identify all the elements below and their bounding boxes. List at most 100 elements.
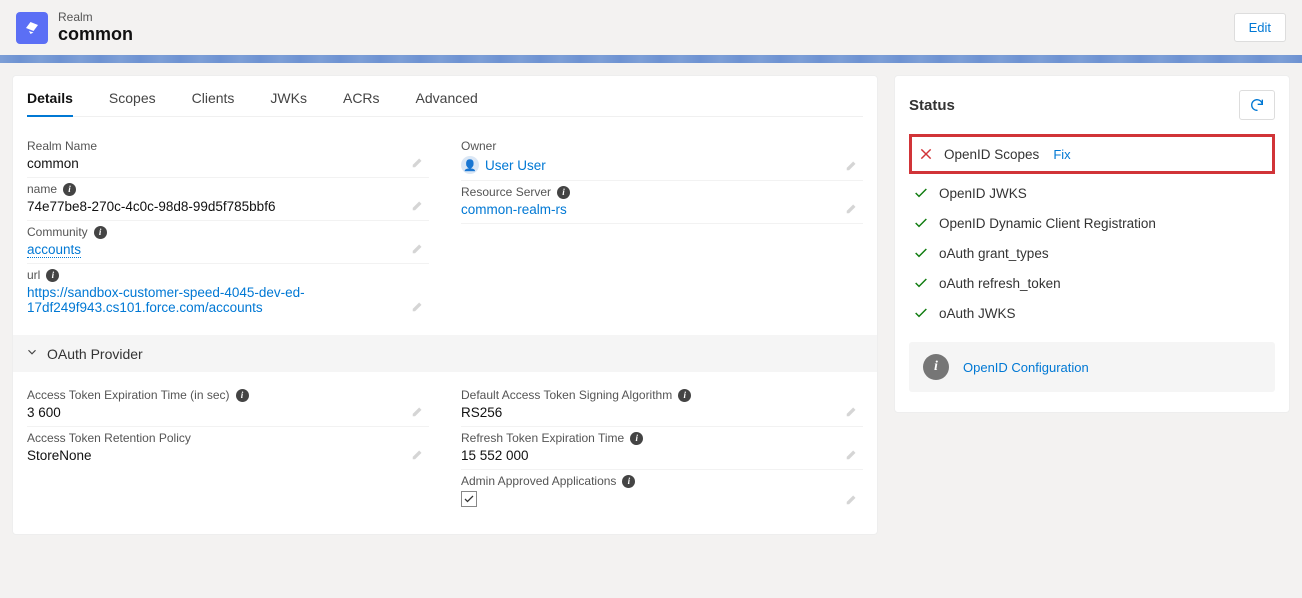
oauth-section[interactable]: OAuth Provider (13, 335, 877, 372)
openid-config-box: i OpenID Configuration (909, 342, 1275, 392)
value-resource-server[interactable]: common-realm-rs (461, 202, 567, 217)
label-community: Community i (27, 225, 429, 239)
label-realm-name: Realm Name (27, 139, 429, 153)
edit-pencil-icon[interactable] (411, 241, 425, 255)
check-icon (913, 185, 929, 201)
value-realm-name: common (27, 156, 429, 171)
value-default-alg: RS256 (461, 405, 863, 420)
label-default-alg-text: Default Access Token Signing Algorithm (461, 388, 672, 402)
label-resource-server: Resource Server i (461, 185, 863, 199)
status-label: OpenID Dynamic Client Registration (939, 216, 1156, 231)
info-icon[interactable]: i (678, 389, 691, 402)
value-owner: 👤 User User (461, 156, 863, 174)
check-icon (913, 275, 929, 291)
label-access-token-exp: Access Token Expiration Time (in sec) i (27, 388, 429, 402)
value-access-token-exp: 3 600 (27, 405, 429, 420)
status-item-openid-scopes: OpenID Scopes Fix (914, 139, 1266, 169)
field-realm-name: Realm Name common (27, 135, 429, 178)
info-icon[interactable]: i (236, 389, 249, 402)
status-item-openid-jwks: OpenID JWKS (909, 178, 1275, 208)
cross-icon (918, 146, 934, 162)
avatar-icon: 👤 (461, 156, 479, 174)
status-label: oAuth refresh_token (939, 276, 1061, 291)
owner-link[interactable]: User User (485, 158, 546, 173)
label-owner: Owner (461, 139, 863, 153)
value-url[interactable]: https://sandbox-customer-speed-4045-dev-… (27, 285, 305, 315)
edit-pencil-icon[interactable] (845, 158, 859, 172)
info-icon[interactable]: i (63, 183, 76, 196)
info-icon[interactable]: i (557, 186, 570, 199)
tab-bar: Details Scopes Clients JWKs ACRs Advance… (27, 76, 863, 117)
tab-advanced[interactable]: Advanced (416, 90, 478, 116)
page-header: Realm common Edit (0, 0, 1302, 55)
tab-details[interactable]: Details (27, 90, 73, 116)
label-admin-approved-text: Admin Approved Applications (461, 474, 616, 488)
info-icon[interactable]: i (46, 269, 59, 282)
field-name: name i 74e77be8-270c-4c0c-98d8-99d5f785b… (27, 178, 429, 221)
admin-approved-checkbox[interactable] (461, 491, 477, 507)
label-name-text: name (27, 182, 57, 196)
status-item-grant-types: oAuth grant_types (909, 238, 1275, 268)
chevron-down-icon (25, 345, 39, 362)
label-url-text: url (27, 268, 40, 282)
realm-name: common (58, 24, 1234, 45)
edit-pencil-icon[interactable] (411, 447, 425, 461)
info-circle-icon: i (923, 354, 949, 380)
details-panel: Details Scopes Clients JWKs ACRs Advance… (12, 75, 878, 535)
tab-acrs[interactable]: ACRs (343, 90, 380, 116)
tab-scopes[interactable]: Scopes (109, 90, 156, 116)
value-community[interactable]: accounts (27, 242, 81, 258)
wave-strip (0, 55, 1302, 63)
label-community-text: Community (27, 225, 88, 239)
info-icon[interactable]: i (630, 432, 643, 445)
edit-pencil-icon[interactable] (845, 492, 859, 506)
label-retention: Access Token Retention Policy (27, 431, 429, 445)
realm-label: Realm (58, 10, 1234, 24)
tab-jwks[interactable]: JWKs (270, 90, 307, 116)
status-label: oAuth JWKS (939, 306, 1016, 321)
status-item-refresh-token: oAuth refresh_token (909, 268, 1275, 298)
label-access-token-exp-text: Access Token Expiration Time (in sec) (27, 388, 230, 402)
field-access-token-exp: Access Token Expiration Time (in sec) i … (27, 384, 429, 427)
status-item-oauth-jwks: oAuth JWKS (909, 298, 1275, 328)
info-icon[interactable]: i (622, 475, 635, 488)
edit-pencil-icon[interactable] (411, 155, 425, 169)
label-resource-server-text: Resource Server (461, 185, 551, 199)
check-icon (913, 215, 929, 231)
label-url: url i (27, 268, 429, 282)
label-refresh-exp-text: Refresh Token Expiration Time (461, 431, 624, 445)
edit-pencil-icon[interactable] (411, 404, 425, 418)
value-retention: StoreNone (27, 448, 429, 463)
label-default-alg: Default Access Token Signing Algorithm i (461, 388, 863, 402)
check-icon (913, 305, 929, 321)
details-grid: Realm Name common name i 74e77be8-270c-4… (27, 135, 863, 321)
field-retention: Access Token Retention Policy StoreNone (27, 427, 429, 469)
value-refresh-exp: 15 552 000 (461, 448, 863, 463)
oauth-grid: Access Token Expiration Time (in sec) i … (27, 384, 863, 514)
edit-pencil-icon[interactable] (845, 447, 859, 461)
fix-link[interactable]: Fix (1053, 147, 1070, 162)
field-refresh-exp: Refresh Token Expiration Time i 15 552 0… (461, 427, 863, 470)
edit-pencil-icon[interactable] (845, 201, 859, 215)
openid-config-link[interactable]: OpenID Configuration (963, 360, 1089, 375)
field-default-alg: Default Access Token Signing Algorithm i… (461, 384, 863, 427)
value-admin-approved (461, 491, 863, 508)
field-owner: Owner 👤 User User (461, 135, 863, 181)
status-panel: Status OpenID Scopes Fix OpenID JWKS Ope… (894, 75, 1290, 413)
field-resource-server: Resource Server i common-realm-rs (461, 181, 863, 224)
edit-pencil-icon[interactable] (411, 299, 425, 313)
field-community: Community i accounts (27, 221, 429, 264)
status-highlight: OpenID Scopes Fix (909, 134, 1275, 174)
info-icon[interactable]: i (94, 226, 107, 239)
edit-button[interactable]: Edit (1234, 13, 1286, 42)
realm-info: Realm common (58, 10, 1234, 45)
realm-icon (16, 12, 48, 44)
label-admin-approved: Admin Approved Applications i (461, 474, 863, 488)
edit-pencil-icon[interactable] (845, 404, 859, 418)
status-label: oAuth grant_types (939, 246, 1049, 261)
status-item-dynamic-reg: OpenID Dynamic Client Registration (909, 208, 1275, 238)
field-url: url i https://sandbox-customer-speed-404… (27, 264, 429, 321)
refresh-button[interactable] (1239, 90, 1275, 120)
edit-pencil-icon[interactable] (411, 198, 425, 212)
tab-clients[interactable]: Clients (192, 90, 235, 116)
